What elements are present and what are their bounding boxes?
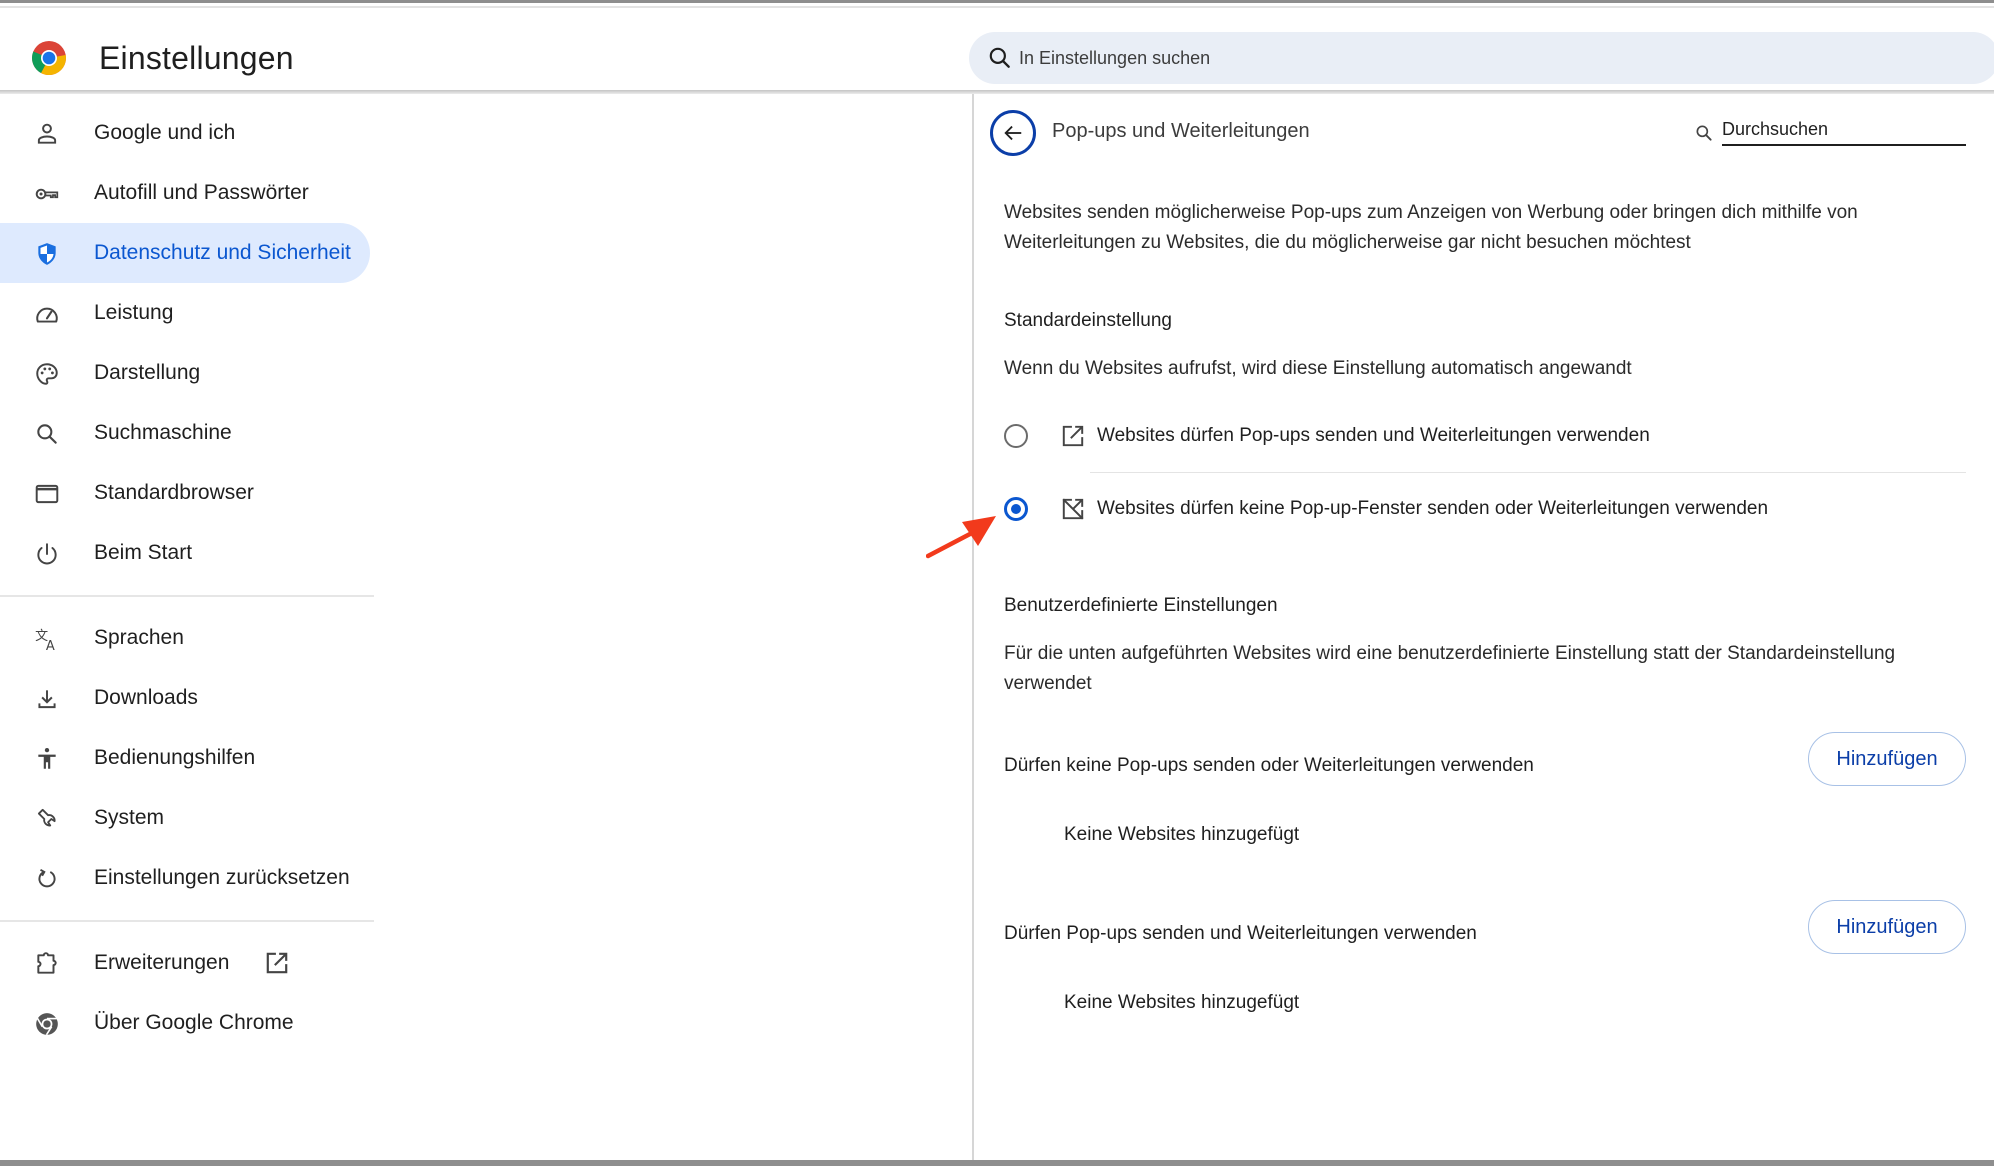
window-top-edge [0, 0, 1994, 3]
settings-search-bar[interactable] [969, 32, 1994, 84]
arrow-back-icon [1004, 125, 1022, 141]
sidebar-item-label: Downloads [94, 686, 198, 709]
sidebar-item-label: Bedienungshilfen [94, 746, 256, 769]
sidebar-item-label: Beim Start [94, 541, 193, 564]
sidebar-item-label: Einstellungen zurücksetzen [94, 866, 350, 889]
browser-window-icon [35, 484, 59, 504]
allow-list-empty: Keine Websites hinzugefügt [1064, 992, 1300, 1013]
shield-icon [38, 243, 56, 265]
speedometer-icon [36, 307, 58, 323]
chrome-logo-icon [32, 41, 66, 75]
radio-divider [1090, 472, 1966, 473]
svg-text:A: A [46, 639, 55, 652]
person-icon [37, 123, 57, 144]
add-allow-site-button[interactable]: Hinzufügen [1808, 900, 1966, 954]
radio-label: Websites dürfen keine Pop-up-Fenster sen… [1097, 498, 1769, 519]
sidebar-item-label: Suchmaschine [94, 421, 232, 444]
sidebar-item-autofill[interactable]: Autofill und Passwörter [0, 163, 370, 223]
sidebar-item-datenschutz-content[interactable]: Datenschutz und Sicherheit [0, 223, 370, 283]
sidebar-item-google-und-ich[interactable]: Google und ich [0, 103, 370, 163]
sidebar-item-downloads[interactable]: Downloads [0, 668, 370, 728]
page-title: Einstellungen [99, 40, 294, 76]
sidebar-item-standardbrowser[interactable]: Standardbrowser [0, 463, 370, 523]
search-icon [37, 424, 57, 444]
add-block-site-button[interactable]: Hinzufügen [1808, 732, 1966, 786]
reset-icon [38, 868, 56, 888]
back-button[interactable] [990, 110, 1036, 156]
radio-option-block[interactable]: Websites dürfen keine Pop-up-Fenster sen… [1004, 479, 1966, 539]
allow-list-label: Dürfen Pop-ups senden und Weiterleitunge… [1004, 923, 1477, 944]
sidebar-item-erweiterungen[interactable]: Erweiterungen [0, 933, 370, 993]
sidebar-item-zuruecksetzen[interactable]: Einstellungen zurücksetzen [0, 848, 370, 908]
annotation-arrow-icon [926, 516, 996, 559]
page-description: Websites senden möglicherweise Pop-ups z… [1004, 202, 1858, 253]
sidebar-item-sprachen[interactable]: 文A Sprachen [0, 608, 370, 668]
palette-icon [36, 363, 58, 385]
sidebar-item-label: Google und ich [94, 121, 236, 144]
sidebar-item-label: Autofill und Passwörter [94, 181, 309, 204]
search-icon [1696, 125, 1712, 141]
settings-header: Einstellungen [0, 8, 1994, 90]
sidebar-item-label: Erweiterungen [94, 951, 230, 974]
sidebar-item-system[interactable]: System [0, 788, 370, 848]
subpage-title: Pop-ups und Weiterleitungen [1052, 120, 1310, 142]
settings-search-input[interactable] [1019, 32, 1919, 84]
sidebar-item-bedienungshilfen[interactable]: Bedienungshilfen [0, 728, 370, 788]
popups-settings-panel: Pop-ups und Weiterleitungen Websites sen… [972, 94, 1994, 1160]
radio-label: Websites dürfen Pop-ups senden und Weite… [1097, 425, 1650, 446]
default-section-subtitle: Wenn du Websites aufrufst, wird diese Ei… [1004, 358, 1632, 379]
radio-button-block[interactable] [1004, 497, 1028, 521]
sidebar-item-label: Darstellung [94, 361, 201, 384]
sidebar-item-beim-start[interactable]: Beim Start [0, 523, 370, 583]
settings-sidebar: Google und ich Autofill und Passwörter D… [0, 94, 380, 1160]
custom-section-subtitle: Für die unten aufgeführten Websites wird… [1004, 643, 1896, 694]
sidebar-item-label: Über Google Chrome [94, 1011, 294, 1034]
power-icon [37, 543, 57, 565]
open-in-new-icon [1062, 425, 1084, 447]
sidebar-item-label: System [94, 806, 165, 829]
sidebar-item-label: Datenschutz und Sicherheit [94, 241, 351, 264]
open-in-new-icon [266, 952, 288, 974]
sidebar-item-darstellung[interactable]: Darstellung [0, 343, 370, 403]
wrench-icon [37, 808, 56, 827]
search-icon [989, 47, 1010, 68]
block-list-label: Dürfen keine Pop-ups senden oder Weiterl… [1004, 755, 1534, 776]
block-list-empty: Keine Websites hinzugefügt [1064, 824, 1300, 845]
sidebar-item-label: Leistung [94, 301, 174, 324]
popup-blocked-icon [1062, 498, 1084, 520]
subpage-search[interactable] [1694, 114, 1974, 150]
download-icon [38, 690, 56, 709]
window-bottom-edge [0, 1160, 1994, 1166]
puzzle-icon [37, 952, 57, 974]
radio-option-allow[interactable]: Websites dürfen Pop-ups senden und Weite… [1004, 406, 1966, 466]
sidebar-item-suchmaschine[interactable]: Suchmaschine [0, 403, 370, 463]
accessibility-icon [38, 747, 56, 769]
custom-section-heading: Benutzerdefinierte Einstellungen [1004, 595, 1278, 616]
key-icon [35, 188, 59, 200]
default-section-heading: Standardeinstellung [1004, 310, 1172, 331]
subpage-search-input[interactable] [1722, 114, 1966, 146]
sidebar-divider [0, 920, 374, 922]
sidebar-item-ueber-chrome[interactable]: Über Google Chrome [0, 993, 370, 1053]
sidebar-item-leistung[interactable]: Leistung [0, 283, 370, 343]
chrome-icon [36, 1013, 58, 1036]
translate-icon: 文A [35, 629, 55, 652]
radio-button-allow[interactable] [1004, 424, 1028, 448]
sidebar-item-label: Sprachen [94, 626, 184, 649]
sidebar-item-label: Standardbrowser [94, 481, 254, 504]
sidebar-divider [0, 595, 374, 597]
